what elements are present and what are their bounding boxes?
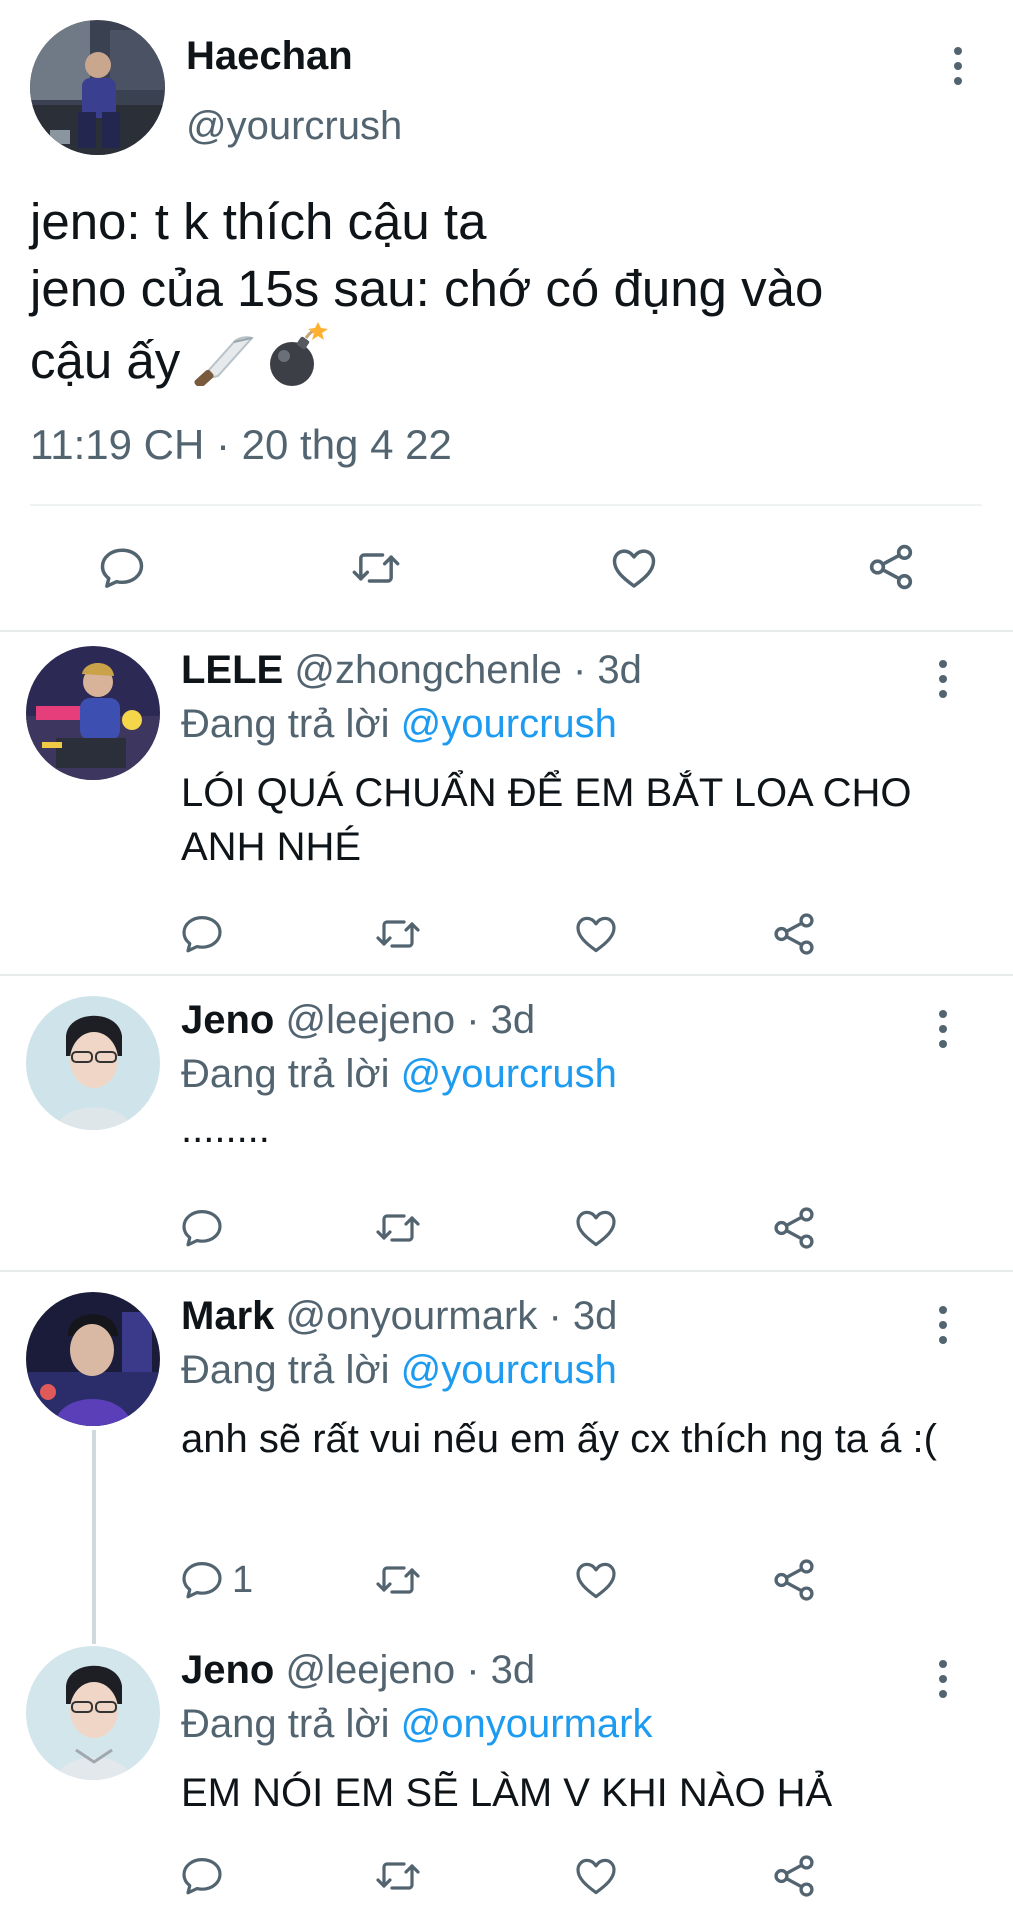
reply-header: Mark @onyourmark · 3d [181, 1292, 617, 1340]
reply-icon[interactable]: 1 [178, 1556, 253, 1604]
reply-count: 1 [232, 1558, 254, 1601]
reply-time[interactable]: 3d [491, 998, 536, 1042]
reply-text: EM NÓI EM SẼ LÀM V KHI NÀO HẢ [181, 1771, 833, 1815]
reply-author-name[interactable]: Jeno [181, 1648, 274, 1692]
reply-text: ........ [181, 1107, 270, 1151]
reply-author-name[interactable]: Mark [181, 1294, 274, 1338]
avatar[interactable] [26, 1292, 160, 1426]
reply-header: LELE @zhongchenle · 3d [181, 646, 642, 694]
tweet-text: jeno: t k thích cậu ta jeno của 15s sau:… [30, 188, 990, 394]
separator-dot: · [466, 998, 480, 1042]
reply-actions [0, 1198, 1013, 1258]
retweet-icon[interactable] [374, 1204, 422, 1252]
share-icon[interactable] [769, 909, 819, 959]
retweet-icon[interactable] [374, 910, 422, 958]
reply-tweet[interactable]: Jeno @leejeno · 3d Đang trả lời @onyourm… [0, 1622, 1013, 1920]
more-options-icon[interactable] [936, 660, 950, 698]
tweet-text-line: cậu ấy [30, 332, 181, 389]
replying-to: Đang trả lời @yourcrush [181, 1050, 617, 1098]
bomb-emoji [266, 322, 329, 388]
reply-icon[interactable] [178, 1852, 232, 1900]
reply-icon[interactable] [178, 910, 232, 958]
reply-author-handle[interactable]: @leejeno [285, 998, 455, 1042]
avatar[interactable] [26, 646, 160, 780]
more-options-icon[interactable] [936, 1010, 950, 1048]
reply-tweet[interactable]: LELE @zhongchenle · 3d Đang trả lời @you… [0, 632, 1013, 976]
author-handle[interactable]: @yourcrush [186, 102, 402, 150]
avatar[interactable] [26, 996, 160, 1130]
retweet-icon[interactable] [350, 542, 402, 594]
replying-to-label: Đang trả lời [181, 1052, 401, 1096]
reply-text: LÓI QUÁ CHUẨN ĐỂ EM BẮT LOA CHO ANH NHÉ [181, 771, 912, 869]
reply-actions [0, 1846, 1013, 1906]
reply-author-handle[interactable]: @leejeno [285, 1648, 455, 1692]
replying-to-label: Đang trả lời [181, 702, 401, 746]
reply-time[interactable]: 3d [573, 1294, 618, 1338]
tweet-timestamp[interactable]: 11:19 CH · 20 thg 4 22 [30, 420, 452, 470]
avatar[interactable] [30, 20, 165, 155]
reply-header: Jeno @leejeno · 3d [181, 1646, 535, 1694]
replying-to-label: Đang trả lời [181, 1348, 401, 1392]
reply-tweet[interactable]: Jeno @leejeno · 3d Đang trả lời @yourcru… [0, 976, 1013, 1270]
avatar[interactable] [26, 1646, 160, 1780]
share-icon[interactable] [769, 1203, 819, 1253]
mention-link[interactable]: @yourcrush [401, 702, 617, 746]
reply-icon[interactable] [96, 542, 148, 594]
reply-tweet[interactable]: Mark @onyourmark · 3d Đang trả lời @your… [0, 1272, 1013, 1622]
share-icon[interactable] [864, 540, 918, 594]
reply-actions [0, 904, 1013, 964]
replying-to-label: Đang trả lời [181, 1702, 401, 1746]
tweet-actions [0, 532, 1013, 602]
reply-header: Jeno @leejeno · 3d [181, 996, 535, 1044]
like-icon[interactable] [572, 1852, 620, 1900]
share-icon[interactable] [769, 1851, 819, 1901]
retweet-icon[interactable] [374, 1556, 422, 1604]
like-icon[interactable] [572, 1204, 620, 1252]
like-icon[interactable] [572, 910, 620, 958]
mention-link[interactable]: @yourcrush [401, 1052, 617, 1096]
knife-emoji [194, 330, 260, 389]
reply-author-name[interactable]: Jeno [181, 998, 274, 1042]
more-options-icon[interactable] [951, 47, 965, 85]
retweet-icon[interactable] [374, 1852, 422, 1900]
replying-to: Đang trả lời @yourcrush [181, 1346, 617, 1394]
reply-author-handle[interactable]: @onyourmark [286, 1294, 538, 1338]
reply-icon[interactable] [178, 1204, 232, 1252]
tweet-detail-page: Haechan @yourcrush jeno: t k thích cậu t… [0, 0, 1013, 1920]
mention-link[interactable]: @yourcrush [401, 1348, 617, 1392]
share-icon[interactable] [769, 1555, 819, 1605]
separator-dot: · [548, 1294, 562, 1338]
reply-actions: 1 [0, 1550, 1013, 1610]
reply-text: anh sẽ rất vui nếu em ấy cx thích ng ta … [181, 1417, 937, 1461]
replying-to: Đang trả lời @yourcrush [181, 700, 617, 748]
divider [30, 504, 982, 506]
like-icon[interactable] [572, 1556, 620, 1604]
reply-author-handle[interactable]: @zhongchenle [294, 648, 561, 692]
like-icon[interactable] [608, 542, 660, 594]
reply-time[interactable]: 3d [597, 648, 642, 692]
separator-dot: · [466, 1648, 480, 1692]
tweet-text-line-with-emojis: cậu ấy [30, 322, 990, 394]
more-options-icon[interactable] [936, 1660, 950, 1698]
replying-to: Đang trả lời @onyourmark [181, 1700, 652, 1748]
reply-time[interactable]: 3d [491, 1648, 536, 1692]
tweet-text-line: jeno: t k thích cậu ta [30, 193, 487, 250]
main-tweet: Haechan @yourcrush jeno: t k thích cậu t… [0, 0, 1013, 632]
tweet-text-line: jeno của 15s sau: chớ có đụng vào [30, 260, 824, 317]
separator-dot: · [572, 648, 587, 692]
author-name[interactable]: Haechan [186, 32, 353, 80]
mention-link[interactable]: @onyourmark [401, 1702, 653, 1746]
more-options-icon[interactable] [936, 1306, 950, 1344]
reply-author-name[interactable]: LELE [181, 648, 283, 692]
